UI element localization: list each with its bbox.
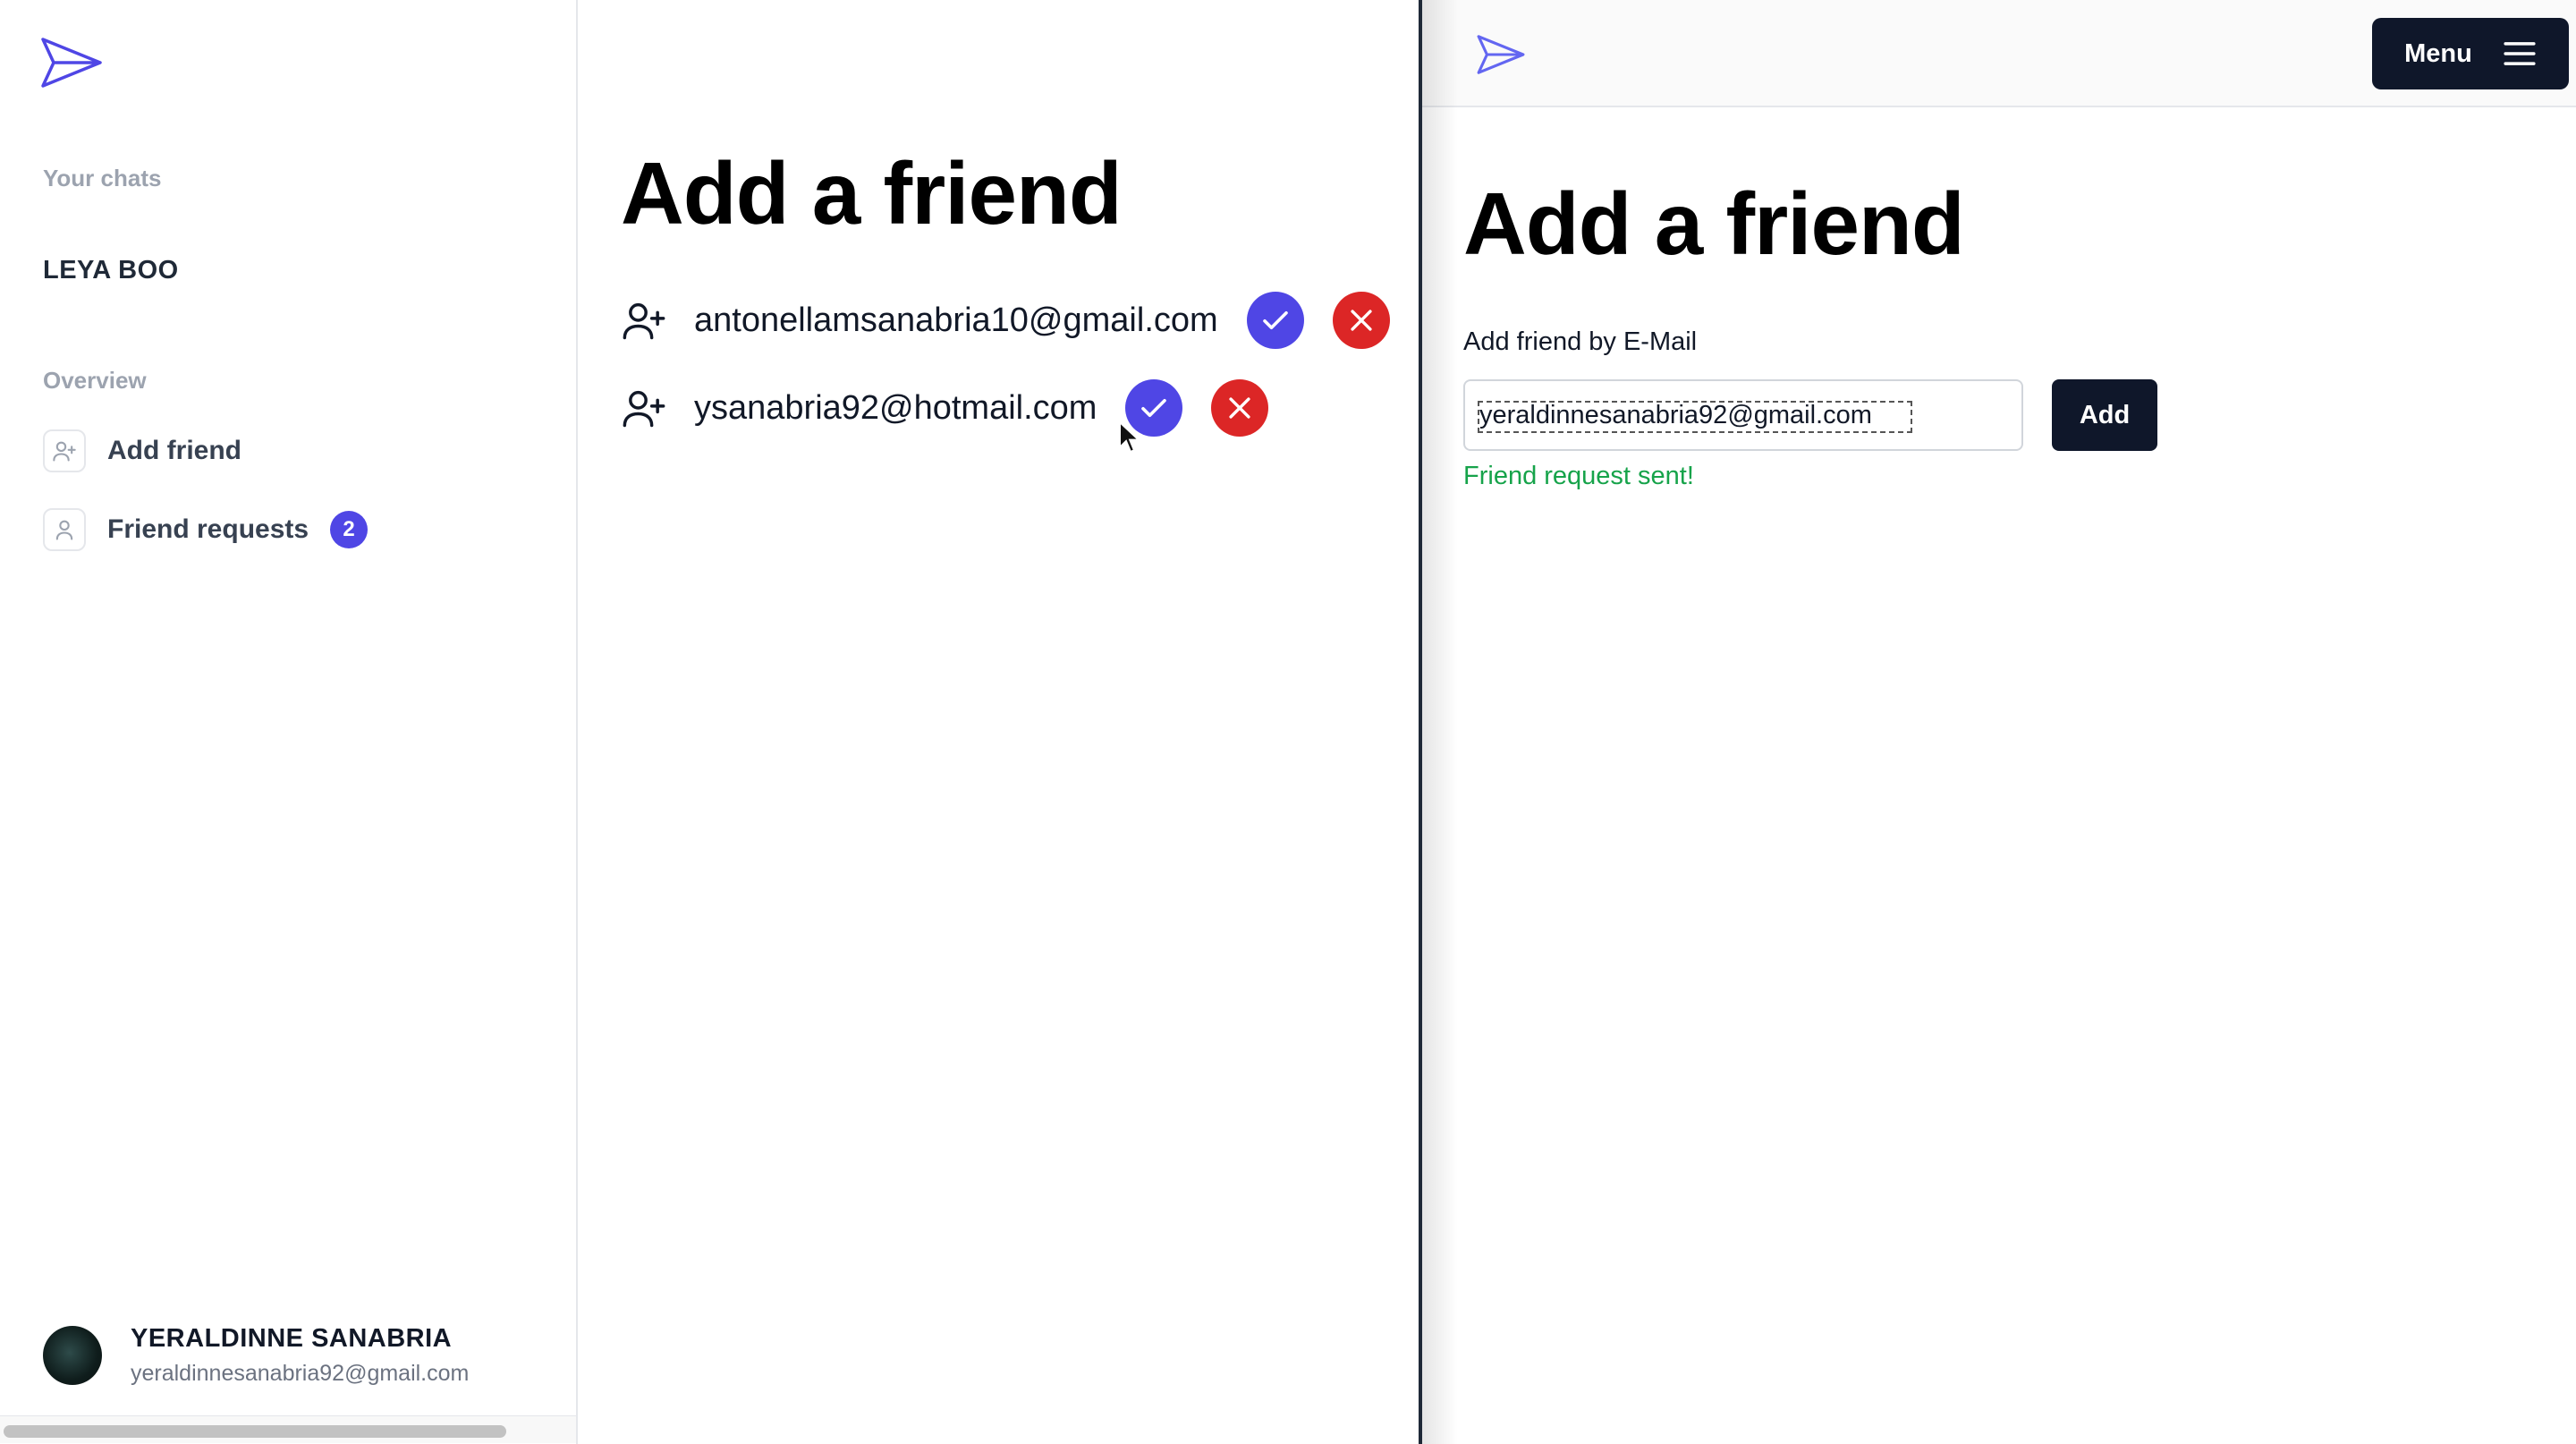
add-button[interactable]: Add xyxy=(2052,379,2157,451)
check-icon xyxy=(1262,310,1288,330)
accept-request-button[interactable] xyxy=(1246,292,1304,349)
sidebar-item-friend-requests[interactable]: Friend requests 2 xyxy=(43,506,369,553)
page-title: Add a friend xyxy=(621,144,1123,242)
right-browser-window: Menu Add a friend Add friend by E-Mail A… xyxy=(1422,0,2576,1444)
chat-item-leya-boo[interactable]: LEYA BOO xyxy=(43,256,179,285)
overview-heading: Overview xyxy=(43,367,147,394)
friend-request-row: antonellamsanabria10@gmail.com xyxy=(621,292,1390,349)
request-email: antonellamsanabria10@gmail.com xyxy=(694,301,1218,339)
horizontal-scrollbar[interactable] xyxy=(0,1415,576,1443)
add-friend-email-label: Add friend by E-Mail xyxy=(1463,327,1698,356)
top-header: Menu xyxy=(1422,0,2576,107)
user-plus-icon xyxy=(623,390,665,428)
check-icon xyxy=(1141,398,1167,418)
sidebar: Your chats LEYA BOO Overview Add friend … xyxy=(0,0,578,1444)
sidebar-item-add-friend[interactable]: Add friend xyxy=(43,428,242,474)
paper-plane-logo-icon[interactable] xyxy=(1476,32,1526,77)
add-friend-label: Add friend xyxy=(107,436,242,465)
email-input[interactable] xyxy=(1478,399,2009,431)
menu-button[interactable]: Menu xyxy=(2372,18,2569,89)
page-title: Add a friend xyxy=(1463,174,1965,273)
friend-request-row: ysanabria92@hotmail.com xyxy=(621,379,1269,437)
friend-requests-label: Friend requests xyxy=(107,514,309,544)
hamburger-menu-icon xyxy=(2504,42,2536,65)
close-icon xyxy=(1351,310,1372,331)
paper-plane-logo-icon[interactable] xyxy=(39,34,104,91)
email-field[interactable] xyxy=(1463,379,2023,451)
profile-name: YERALDINNE SANABRIA xyxy=(131,1324,453,1353)
deny-request-button[interactable] xyxy=(1332,292,1390,349)
menu-label: Menu xyxy=(2404,38,2472,68)
user-plus-icon xyxy=(43,429,86,472)
deny-request-button[interactable] xyxy=(1211,379,1269,437)
close-icon xyxy=(1229,397,1251,419)
scrollbar-thumb[interactable] xyxy=(4,1425,506,1438)
mouse-cursor-icon xyxy=(1119,420,1141,454)
avatar xyxy=(43,1326,102,1385)
user-plus-icon xyxy=(623,302,665,340)
user-profile[interactable]: YERALDINNE SANABRIA yeraldinnesanabria92… xyxy=(43,1324,469,1387)
request-email: ysanabria92@hotmail.com xyxy=(694,388,1097,427)
chats-heading: Your chats xyxy=(43,165,162,191)
status-message: Friend request sent! xyxy=(1463,462,1694,490)
friend-requests-count-badge: 2 xyxy=(330,511,369,548)
user-icon xyxy=(43,508,86,551)
left-browser-window: Your chats LEYA BOO Overview Add friend … xyxy=(0,0,1420,1444)
friend-requests-panel: Add a friend antonellamsanabria10@gmail.… xyxy=(578,0,1419,1444)
profile-email: yeraldinnesanabria92@gmail.com xyxy=(131,1361,470,1386)
